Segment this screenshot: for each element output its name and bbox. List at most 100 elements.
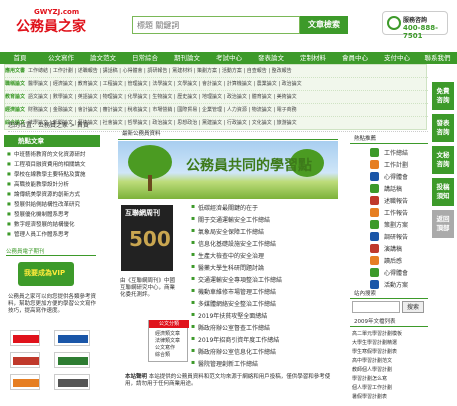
category-heading: 公文分類 <box>149 320 189 328</box>
list-item[interactable]: 個人學習工作計劃 <box>352 384 428 391</box>
list-item[interactable]: 數字經濟發展的結構優化 <box>7 220 74 228</box>
center-title: 最新公務員資料 <box>118 130 338 140</box>
list-item[interactable]: 高二單元學習計劃模板 <box>352 330 428 337</box>
site-logo[interactable]: GWYZJ.com 公務員之家 <box>14 6 104 35</box>
list-item[interactable]: 學生寒假學習計劃表 <box>352 348 428 355</box>
doc-icon <box>370 160 379 169</box>
list-item[interactable]: 暑假學習計劃表 <box>352 393 428 400</box>
banner-text: 公務員共同的學習點 <box>186 158 312 174</box>
float-secretary-button[interactable]: 文秘 咨詢 <box>432 146 454 174</box>
category-box: 公文分類 經濟類文章 法律類文章 公文寫作 綜合類 <box>148 320 189 362</box>
right-link[interactable]: 心得體會 <box>384 268 408 277</box>
list-item[interactable]: 學校在線教學主要特點及實施 <box>7 170 85 178</box>
vip-text: 我要成為VIP <box>24 269 66 277</box>
article-link[interactable]: 醫藥大學生科研問題討論 <box>191 263 264 272</box>
nav-item-member[interactable]: 會員中心 <box>334 52 376 64</box>
doc-icon <box>370 244 379 253</box>
right-link[interactable]: 調研報告 <box>384 232 408 241</box>
nav-item-journals[interactable]: 期刊論文 <box>166 52 208 64</box>
right-link[interactable]: 講話稿 <box>384 184 402 193</box>
phone-icon <box>387 16 401 30</box>
nav-item-home[interactable]: 首頁 <box>0 52 40 64</box>
float-submit-button[interactable]: 投稿 須知 <box>432 178 454 206</box>
nav-item-exam[interactable]: 考試中心 <box>208 52 250 64</box>
left-description: 公務員之家可以向您提供各類參考資料，幫助您更加方便的學習公文寫作技巧，提高寫作速… <box>8 294 97 314</box>
partner-logo[interactable] <box>10 352 40 368</box>
article-link[interactable]: 2019年招商引資年度工作總結 <box>191 335 279 344</box>
list-item[interactable]: 發展供給側結構性改革研究 <box>7 200 80 208</box>
article-link[interactable]: 縣政府辦公室督查工作總結 <box>191 323 270 332</box>
category-link[interactable]: 法律類文章 <box>155 337 180 344</box>
right-link[interactable]: 策劃方案 <box>384 220 408 229</box>
list-item[interactable]: 大學生學習計劃精選 <box>352 339 428 346</box>
category-link[interactable]: 綜合類 <box>155 351 170 358</box>
list-item[interactable]: 高中學習計劃范文 <box>352 357 428 364</box>
search-input[interactable] <box>132 16 300 34</box>
nav-item-custom[interactable]: 定制材料 <box>292 52 334 64</box>
article-link[interactable]: 2019年扶貧攻堅全面總結 <box>191 311 267 320</box>
right-link[interactable]: 心得體會 <box>384 172 408 181</box>
right-link[interactable]: 讀后感 <box>384 256 402 265</box>
subnav-row[interactable]: 教育論文 語文論文 | 數學論文 | 英語論文 | 物理論文 | 化學論文 | 生… <box>5 91 428 104</box>
float-consult-button[interactable]: 免費 咨詢 <box>432 82 454 110</box>
search-button[interactable]: 文章檢索 <box>300 16 348 34</box>
subnav-row[interactable]: 職稱論文 醫學論文 | 經濟論文 | 教育論文 | 工程論文 | 管理論文 | 法… <box>5 78 428 91</box>
article-link[interactable]: 縣政府辦公室信息化工作總結 <box>191 347 276 356</box>
partner-logo[interactable] <box>54 330 90 346</box>
article-link[interactable]: 低碳經濟最關鍵的在于 <box>191 203 258 212</box>
list-item[interactable]: 中班藝術教育的文化資源研討 <box>7 150 85 158</box>
list-item[interactable]: 學習計劃怎么寫 <box>352 375 428 382</box>
category-link[interactable]: 公文寫作 <box>155 344 175 351</box>
article-link[interactable]: 信息化基礎設施安全工作總結 <box>191 239 276 248</box>
site-search-input[interactable] <box>352 301 400 313</box>
nav-item-contact[interactable]: 聯系我們 <box>418 52 457 64</box>
article-link[interactable]: 生產大檢查中的安全治理 <box>191 251 264 260</box>
right-link[interactable]: 活動方案 <box>384 280 408 289</box>
list-item[interactable]: 論傳統美學資源的創新方式 <box>7 190 80 198</box>
article-link[interactable]: 關于交通運輸安全工作總結 <box>191 215 270 224</box>
doc-icon <box>370 196 379 205</box>
center-banner[interactable]: 公務員共同的學習點 <box>118 141 338 199</box>
list-item[interactable]: 高職技能教學設計分析 <box>7 180 69 188</box>
logo-title: 公務員之家 <box>16 19 86 35</box>
back-to-top-button[interactable]: 返回 頂部 <box>432 210 454 238</box>
article-link[interactable]: 醫院管理創新工作總結 <box>191 359 258 368</box>
list-item[interactable]: 教師個人學習計劃 <box>352 366 428 373</box>
left-hot-heading: 熱點文章 <box>4 135 100 147</box>
nav-item-writing[interactable]: 公文寫作 <box>40 52 82 64</box>
subnav-row[interactable]: 應用文書 工作總結 | 工作計劃 | 述職報告 | 講話稿 | 心得體會 | 調研… <box>5 65 428 78</box>
article-link[interactable]: 氣象局安全保障工作總結 <box>191 227 264 236</box>
list-item[interactable]: 工程項目融資費用的相關論文 <box>7 160 85 168</box>
left-ejournal-heading: 公務員電子期刊 <box>6 247 96 256</box>
vip-banner[interactable]: 我要成為VIP <box>18 262 74 286</box>
right-link[interactable]: 工作計劃 <box>384 160 408 169</box>
site-search-button[interactable]: 搜索 <box>402 301 424 313</box>
right-link[interactable]: 演講稿 <box>384 244 402 253</box>
subnav-row[interactable]: 經濟論文 財務論文 | 金融論文 | 會計論文 | 審計論文 | 稅收論文 | 市… <box>5 104 428 117</box>
magazine-cover[interactable]: 互聯網周刊 500 <box>121 205 173 271</box>
float-publish-button[interactable]: 發表 咨詢 <box>432 114 454 142</box>
partner-logo[interactable] <box>10 374 40 390</box>
hotline-label: 服務咨詢 <box>403 17 428 24</box>
magazine-number: 500 <box>129 227 171 251</box>
list-item[interactable]: 管理人員工作體系思考 <box>7 230 69 238</box>
main-nav: 首頁 公文寫作 論文范文 日常綜合 期刊論文 考試中心 發表論文 定制材料 會員… <box>0 52 457 64</box>
site-notice: 本站聲明 本站提供的公務員資料和范文均來源于網絡和用戶投稿，僅供學習和參考使用，… <box>125 374 335 388</box>
partner-logo[interactable] <box>54 352 90 368</box>
nav-item-papers[interactable]: 論文范文 <box>82 52 124 64</box>
doc-icon <box>370 148 379 157</box>
list-item[interactable]: 發展優化機制體系思考 <box>7 210 69 218</box>
right-link[interactable]: 工作報告 <box>384 208 408 217</box>
category-link[interactable]: 經濟類文章 <box>155 330 180 337</box>
nav-item-payment[interactable]: 支付中心 <box>376 52 418 64</box>
article-link[interactable]: 多媒體網絡安全整治工作總結 <box>191 299 276 308</box>
partner-logo[interactable] <box>10 330 40 346</box>
nav-item-publish[interactable]: 發表論文 <box>250 52 292 64</box>
nav-item-daily[interactable]: 日常綜合 <box>124 52 166 64</box>
logo-domain: GWYZJ.com <box>34 8 80 16</box>
article-link[interactable]: 交通運輸安全專項整治工作總結 <box>191 275 282 284</box>
right-link[interactable]: 工作總結 <box>384 148 408 157</box>
partner-logo[interactable] <box>54 374 90 390</box>
article-link[interactable]: 機動車維修市場管理工作總結 <box>191 287 276 296</box>
right-link[interactable]: 述職報告 <box>384 196 408 205</box>
